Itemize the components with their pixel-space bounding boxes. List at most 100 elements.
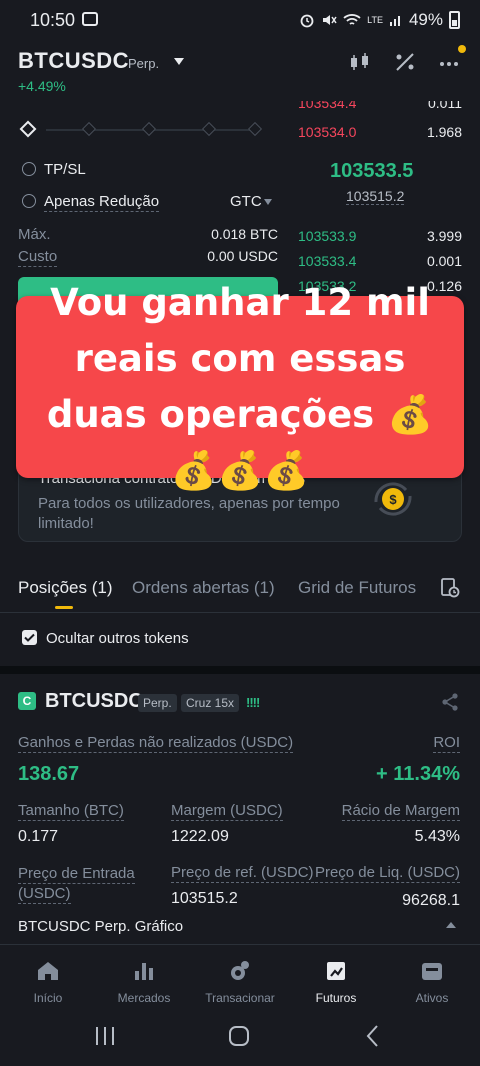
- home-icon: [38, 962, 58, 980]
- bid-row[interactable]: 103533.9 3.999: [298, 228, 462, 244]
- size-label: Tamanho (BTC): [18, 802, 124, 821]
- ref-price-value: 103515.2: [171, 890, 238, 907]
- battery-percent: 49%: [408, 10, 443, 29]
- nav-assets[interactable]: Ativos: [384, 945, 480, 1014]
- liq-price-label: Preço de Liq. (USDC): [314, 864, 460, 883]
- promo-subtitle: Para todos os utilizadores, apenas por t…: [38, 495, 340, 532]
- hide-tokens-checkbox[interactable]: [22, 630, 37, 645]
- percent-icon[interactable]: [394, 52, 416, 72]
- pnl-label: Ganhos e Perdas não realizados (USDC): [18, 734, 294, 753]
- active-tab-indicator: [55, 606, 73, 609]
- cost-label: Custo: [18, 248, 58, 267]
- nav-label: Início: [33, 991, 63, 1005]
- position-type-tag: Perp.: [138, 694, 177, 712]
- back-icon[interactable]: [358, 1022, 388, 1050]
- more-icon[interactable]: [438, 52, 460, 72]
- video-caption-overlay: Vou ganhar 12 mil reais com essas duas o…: [16, 281, 464, 492]
- contract-badge: C: [18, 692, 36, 710]
- ask-row[interactable]: 103534.4 0.011: [298, 101, 462, 113]
- size-value: 0.177: [18, 828, 59, 845]
- pair-symbol[interactable]: BTCUSDC: [18, 48, 129, 74]
- tab-futures-grid[interactable]: Grid de Futuros: [298, 578, 416, 598]
- tif-select[interactable]: GTC: [230, 193, 262, 210]
- lte-label: LTE: [367, 14, 383, 25]
- hide-tokens-label: Ocultar outros tokens: [46, 630, 189, 647]
- caret-up-icon[interactable]: [446, 922, 456, 928]
- nav-trade[interactable]: Transacionar: [192, 945, 288, 1014]
- reduce-only-checkbox[interactable]: [22, 194, 36, 208]
- slider-step[interactable]: [141, 121, 157, 137]
- notification-dot: [458, 45, 466, 53]
- nav-markets[interactable]: Mercados: [96, 945, 192, 1014]
- ask-qty: 0.011: [428, 101, 462, 111]
- tpsl-label: TP/SL: [44, 161, 86, 178]
- reduce-only-label: Apenas Redução: [44, 193, 160, 212]
- status-time: 10:50: [30, 10, 76, 30]
- bid-price: 103533.4: [298, 253, 357, 269]
- bottom-nav: Início Mercados Transacionar Futuros Ati…: [0, 944, 480, 1014]
- section-divider: [0, 666, 480, 674]
- alarm-icon: [300, 14, 314, 28]
- recent-apps-icon[interactable]: [90, 1022, 120, 1050]
- candlestick-icon[interactable]: [349, 52, 371, 72]
- mark-price: 103515.2: [346, 188, 405, 205]
- slider-handle[interactable]: [19, 120, 37, 138]
- signal-icon: [389, 16, 400, 26]
- trade-icon: [231, 961, 249, 980]
- margin-ratio-label: Rácio de Margem: [341, 802, 460, 821]
- nav-label: Futuros: [315, 991, 357, 1005]
- slider-step[interactable]: [247, 121, 263, 137]
- tab-open-orders[interactable]: Ordens abertas (1): [132, 578, 275, 598]
- slider-step[interactable]: [81, 121, 97, 137]
- price-change: +4.49%: [18, 78, 66, 94]
- tpsl-checkbox[interactable]: [22, 162, 36, 176]
- home-button-icon[interactable]: [224, 1022, 254, 1050]
- markets-icon: [135, 963, 153, 980]
- margin-ratio-value: 5.43%: [414, 828, 460, 845]
- nav-futures[interactable]: Futuros: [288, 945, 384, 1014]
- share-icon[interactable]: [440, 692, 460, 712]
- wallet-icon: [422, 963, 442, 980]
- ask-qty: 1.968: [426, 124, 462, 140]
- chart-toggle[interactable]: BTCUSDC Perp. Gráfico: [18, 918, 183, 935]
- bid-qty: 3.999: [426, 228, 462, 244]
- position-symbol[interactable]: BTCUSDC: [45, 690, 143, 713]
- entry-price-unit: (USDC): [18, 885, 71, 904]
- check-icon: [24, 633, 35, 642]
- battery-icon: [449, 11, 460, 29]
- caret-down-icon[interactable]: [264, 199, 272, 205]
- tab-positions[interactable]: Posições (1): [18, 578, 112, 598]
- caption-text: Vou ganhar 12 mil reais com essas duas o…: [46, 281, 434, 492]
- screenshot-icon: [82, 12, 98, 26]
- max-value: 0.018 BTC: [211, 226, 278, 242]
- order-history-icon[interactable]: [440, 578, 460, 598]
- adl-indicator: !!!!: [246, 695, 260, 710]
- max-label: Máx.: [18, 226, 51, 243]
- bid-price: 103533.9: [298, 228, 357, 244]
- roi-value: + 11.34%: [376, 763, 460, 785]
- perp-badge: Perp.: [128, 56, 160, 71]
- margin-mode-tag[interactable]: Cruz 15x: [181, 694, 240, 712]
- liq-price-value: 96268.1: [402, 892, 460, 909]
- slider-step[interactable]: [201, 121, 217, 137]
- ask-row[interactable]: 103534.0 1.968: [298, 124, 462, 140]
- last-price[interactable]: 103533.5: [330, 160, 413, 183]
- margin-label: Margem (USDC): [171, 802, 283, 821]
- bid-row[interactable]: 103533.4 0.001: [298, 253, 462, 269]
- ref-price-label: Preço de ref. (USDC): [171, 864, 314, 883]
- chevron-down-icon[interactable]: [174, 58, 184, 65]
- entry-price-label: Preço de Entrada: [18, 865, 135, 884]
- status-bar: 10:50 LTE 49%: [0, 0, 480, 40]
- ask-price: 103534.4: [298, 101, 357, 111]
- nav-home[interactable]: Início: [0, 945, 96, 1014]
- ask-price: 103534.0: [298, 124, 357, 140]
- pnl-value: 138.67: [18, 763, 80, 785]
- margin-value: 1222.09: [171, 828, 229, 845]
- status-icons: LTE 49%: [299, 10, 460, 30]
- wifi-icon: [343, 14, 361, 25]
- roi-label: ROI: [433, 734, 460, 753]
- cost-value: 0.00 USDC: [207, 248, 278, 264]
- mute-icon: [323, 15, 337, 25]
- tab-divider: [0, 612, 480, 613]
- nav-label: Ativos: [415, 991, 449, 1005]
